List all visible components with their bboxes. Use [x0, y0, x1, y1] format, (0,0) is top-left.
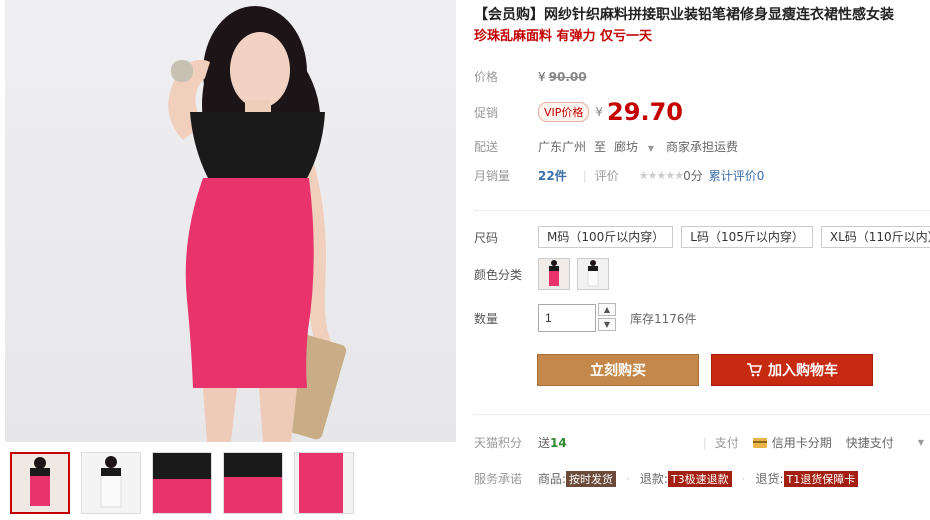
- divider-pipe: |: [582, 168, 587, 183]
- service-return-tag[interactable]: T1退货保障卡: [783, 470, 859, 487]
- stock-count: 库存1176件: [630, 311, 697, 326]
- rating-label: 评价: [594, 169, 619, 183]
- credit-card-icon: [752, 437, 767, 448]
- thumbnail-1[interactable]: [10, 452, 70, 514]
- quick-pay-label[interactable]: 快捷支付: [846, 434, 894, 451]
- rating-score: 0分: [683, 169, 703, 183]
- service-refund-label: 退款:: [639, 472, 668, 486]
- points-label: 天猫积分: [474, 436, 523, 450]
- thumbnail-strip: [10, 452, 354, 514]
- points-text: 送: [538, 436, 551, 450]
- quantity-input[interactable]: [538, 304, 596, 332]
- credit-card-installment[interactable]: 信用卡分期: [752, 434, 832, 451]
- buy-now-button[interactable]: 立刻购买: [537, 354, 699, 386]
- quantity-increase-button[interactable]: ▲: [598, 303, 616, 316]
- chevron-down-icon: ▼: [647, 144, 655, 153]
- service-dot: ·: [626, 471, 630, 486]
- shipping-note: 商家承担运费: [666, 140, 739, 154]
- pink-dress-swatch-icon: [539, 259, 569, 289]
- ship-destination-select[interactable]: 廊坊 ▼: [614, 138, 654, 155]
- service-goods-tag[interactable]: 按时发货: [566, 470, 617, 487]
- original-price: 90.00: [548, 69, 587, 84]
- promo-price: 29.70: [607, 98, 683, 126]
- color-option-pink[interactable]: [538, 258, 570, 290]
- model-in-pink-dress-illustration: [168, 6, 347, 442]
- price-currency: ¥: [538, 69, 546, 84]
- section-divider-2: [474, 414, 930, 415]
- main-product-image[interactable]: [5, 0, 456, 442]
- size-label: 尺码: [474, 230, 499, 245]
- points-value: 14: [550, 435, 567, 450]
- payment-expand-chevron-icon[interactable]: ▼: [918, 438, 924, 447]
- size-option-l[interactable]: L码（105斤以内穿）: [681, 226, 813, 248]
- color-label: 颜色分类: [474, 267, 523, 282]
- monthly-sales-count: 22件: [538, 169, 567, 183]
- monthly-sales-label: 月销量: [474, 169, 511, 183]
- price-label: 价格: [474, 70, 499, 84]
- promo-currency: ¥: [595, 105, 604, 119]
- shopping-cart-icon: [747, 363, 762, 377]
- service-goods-label: 商品:: [538, 472, 567, 486]
- product-title: 【会员购】网纱针织麻料拼接职业装铅笔裙修身显瘦连衣裙性感女装: [474, 7, 894, 23]
- promo-label: 促销: [474, 105, 499, 120]
- ship-destination: 廊坊: [614, 140, 639, 154]
- quantity-decrease-button[interactable]: ▼: [598, 318, 616, 331]
- credit-card-label: 信用卡分期: [771, 436, 832, 450]
- service-label: 服务承诺: [474, 472, 523, 486]
- product-info-panel: 【会员购】网纱针织麻料拼接职业装铅笔裙修身显瘦连衣裙性感女装 珍珠乱麻面料 有弹…: [474, 0, 930, 487]
- section-divider: [474, 210, 930, 211]
- vip-price-badge: VIP价格: [538, 102, 590, 122]
- quantity-label: 数量: [474, 311, 499, 326]
- service-return-label: 退货:: [755, 472, 784, 486]
- shipping-label: 配送: [474, 140, 499, 154]
- ship-from: 广东广州: [538, 140, 587, 154]
- payment-label: 支付: [714, 436, 739, 450]
- service-refund-tag[interactable]: T3极速退款: [667, 470, 732, 487]
- rating-stars-icon: ★★★★★: [638, 169, 684, 182]
- quantity-stepper: ▲ ▼: [598, 303, 616, 333]
- size-option-m[interactable]: M码（100斤以内穿）: [538, 226, 674, 248]
- thumbnail-5[interactable]: [294, 452, 354, 514]
- service-dot-2: ·: [741, 471, 746, 486]
- ship-to-word: 至: [594, 140, 607, 154]
- size-option-xl[interactable]: XL码（110斤以内）: [820, 226, 930, 248]
- add-to-cart-button[interactable]: 加入购物车: [711, 354, 873, 386]
- divider-pipe-2: |: [702, 435, 707, 450]
- total-reviews-link[interactable]: 累计评价0: [709, 167, 765, 184]
- add-to-cart-label: 加入购物车: [768, 362, 838, 378]
- white-dress-swatch-icon: [578, 259, 608, 289]
- color-option-white[interactable]: [577, 258, 609, 290]
- product-subtitle: 珍珠乱麻面料 有弹力 仅亏一天: [474, 29, 653, 44]
- thumbnail-4[interactable]: [223, 452, 283, 514]
- thumbnail-2[interactable]: [81, 452, 141, 514]
- thumbnail-3[interactable]: [152, 452, 212, 514]
